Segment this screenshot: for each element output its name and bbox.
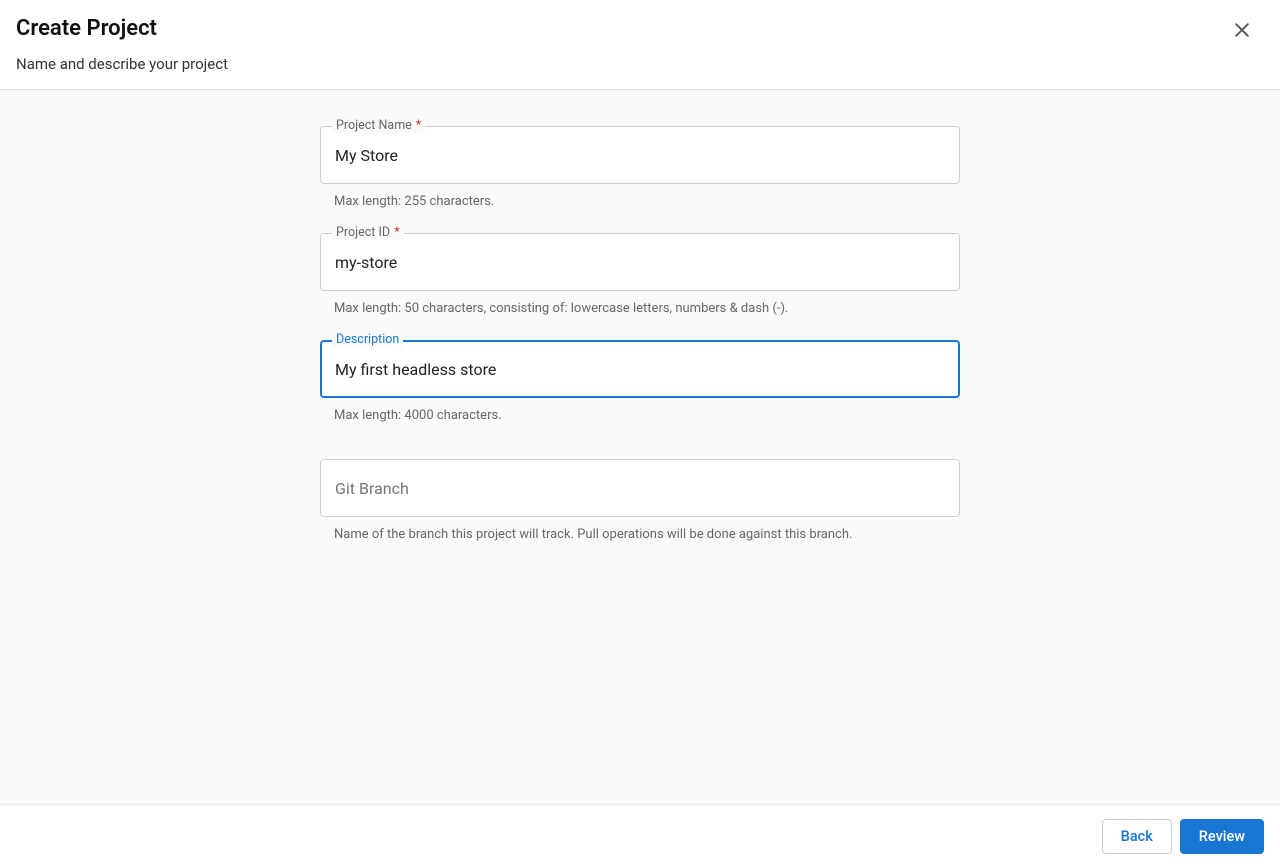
description-group: Description [320, 340, 960, 398]
project-name-group: Project Name * [320, 126, 960, 184]
project-id-label: Project ID * [332, 225, 404, 240]
git-branch-helper: Name of the branch this project will tra… [334, 527, 960, 542]
header-text: Create Project Name and describe your pr… [16, 16, 228, 73]
project-id-input[interactable] [320, 233, 960, 291]
project-id-group: Project ID * [320, 233, 960, 291]
form-area: Project Name * Max length: 255 character… [0, 90, 1280, 805]
description-label-text: Description [336, 332, 399, 347]
required-marker: * [394, 225, 399, 240]
project-name-label-text: Project Name [336, 118, 412, 133]
form-inner: Project Name * Max length: 255 character… [320, 126, 960, 542]
dialog-footer: Back Review [0, 804, 1280, 868]
project-name-label: Project Name * [332, 118, 425, 133]
close-icon [1232, 20, 1252, 40]
spacer [320, 447, 960, 459]
git-branch-input[interactable] [320, 459, 960, 517]
project-id-helper: Max length: 50 characters, consisting of… [334, 301, 960, 316]
review-button[interactable]: Review [1180, 819, 1264, 854]
dialog-subtitle: Name and describe your project [16, 55, 228, 73]
git-branch-group [320, 459, 960, 517]
project-name-helper: Max length: 255 characters. [334, 194, 960, 209]
description-helper: Max length: 4000 characters. [334, 408, 960, 423]
dialog-title: Create Project [16, 16, 228, 41]
back-button[interactable]: Back [1102, 819, 1172, 854]
dialog-header: Create Project Name and describe your pr… [0, 0, 1280, 89]
project-id-label-text: Project ID [336, 225, 390, 240]
description-label: Description [332, 332, 403, 347]
required-marker: * [416, 118, 421, 133]
project-name-input[interactable] [320, 126, 960, 184]
close-button[interactable] [1228, 16, 1256, 44]
description-input[interactable] [320, 340, 960, 398]
